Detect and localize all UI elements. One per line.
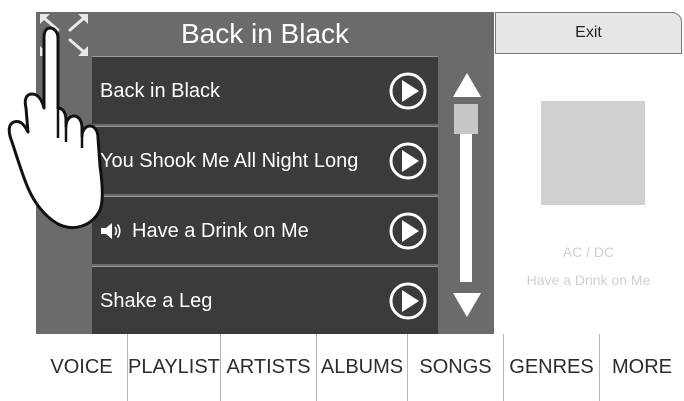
pointing-hand-icon [7, 26, 104, 229]
song-title: You Shook Me All Night Long [100, 150, 359, 172]
song-list: Back in Black You Shook Me All Night Lon… [92, 56, 438, 334]
play-circle-icon[interactable] [388, 71, 428, 111]
exit-button[interactable]: Exit [495, 12, 682, 54]
tab-artists[interactable]: ARTISTS [221, 334, 317, 401]
song-title: Back in Black [100, 80, 221, 102]
tab-genres[interactable]: GENRES [504, 334, 600, 401]
now-playing-song: Have a Drink on Me [526, 272, 651, 288]
play-circle-icon[interactable] [388, 141, 428, 181]
page-title: Back in Black [180, 18, 350, 49]
play-circle-icon[interactable] [388, 281, 428, 321]
music-player-screen: Back in Black Back in Black You Shook Me… [0, 0, 684, 401]
list-item[interactable]: Shake a Leg [92, 266, 438, 334]
list-item[interactable]: You Shook Me All Night Long [92, 126, 438, 194]
tab-more[interactable]: MORE [600, 334, 684, 401]
song-title: Shake a Leg [100, 290, 213, 312]
song-title: Have a Drink on Me [132, 220, 309, 242]
triangle-up-icon[interactable] [452, 72, 482, 98]
tab-playlists[interactable]: PLAYLISTS [128, 334, 233, 401]
scrollbar-thumb[interactable] [454, 104, 478, 134]
bottom-tab-bar: VOICE PLAYLISTS ARTISTS ALBUMS SONGS GEN… [36, 334, 684, 401]
tab-voice[interactable]: VOICE [36, 334, 128, 401]
triangle-down-icon[interactable] [452, 292, 482, 318]
album-art [541, 101, 645, 205]
tab-songs[interactable]: SONGS [408, 334, 504, 401]
tab-albums[interactable]: ALBUMS [317, 334, 408, 401]
play-circle-icon[interactable] [388, 211, 428, 251]
list-item[interactable]: Back in Black [92, 56, 438, 124]
list-item-now-playing[interactable]: Have a Drink on Me [92, 196, 438, 264]
now-playing-artist: AC / DC [562, 244, 615, 260]
